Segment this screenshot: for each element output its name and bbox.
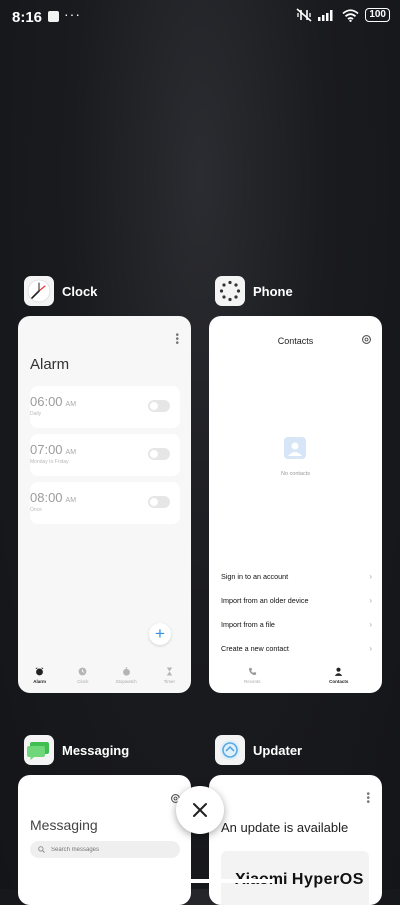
tab-recents[interactable]: Recents (232, 663, 272, 693)
app-header-messaging[interactable]: Messaging (24, 735, 129, 765)
menu-import-file[interactable]: Import from a file › (221, 620, 372, 634)
empty-contacts-icon (284, 437, 306, 459)
battery-indicator: 100 (365, 8, 390, 22)
phone-app-icon (215, 276, 245, 306)
clock-app-card[interactable]: • • • Alarm 06:00 AM Daily 07:00 AM Monday t… (18, 316, 191, 693)
app-name-messaging: Messaging (62, 742, 130, 758)
clock-tab-bar: Alarm Clock Stopwatch Timer (18, 663, 191, 693)
menu-sign-in-account[interactable]: Sign in to an account › (221, 572, 372, 586)
tab-label: Contacts (329, 679, 349, 684)
person-icon (334, 667, 343, 676)
tab-label: Timer (163, 679, 176, 684)
more-notifications-icon: ··· (64, 6, 81, 22)
signal-icon (318, 10, 333, 21)
alarm-screen-title: Alarm (30, 356, 70, 373)
app-name-phone: Phone (253, 283, 293, 299)
messaging-app-card[interactable]: Messaging (18, 775, 191, 905)
app-name-updater: Updater (253, 742, 303, 758)
more-options-icon[interactable]: • • • (175, 331, 179, 349)
app-header-clock[interactable]: Clock (24, 276, 97, 306)
alarm-ampm: AM (65, 449, 77, 456)
wifi-icon (342, 8, 359, 22)
search-input[interactable] (49, 845, 173, 854)
tab-stopwatch[interactable]: Stopwatch (106, 663, 146, 693)
clock-icon (79, 667, 87, 676)
status-icons: 100 (296, 8, 390, 22)
alarm-toggle[interactable] (148, 496, 170, 508)
more-options-icon[interactable]: • • • (366, 790, 370, 808)
brand-os: HyperOS (291, 871, 364, 888)
tab-contacts[interactable]: Contacts (319, 663, 359, 693)
alarm-time: 08:00 (30, 490, 63, 505)
alarm-time: 07:00 (30, 442, 63, 457)
home-indicator[interactable] (126, 879, 274, 883)
notification-icon (48, 11, 59, 22)
alarm-toggle[interactable] (148, 400, 170, 412)
close-icon (193, 803, 207, 817)
menu-item-label: Create a new contact (221, 644, 289, 653)
clock-app-icon (24, 276, 54, 306)
tab-timer[interactable]: Timer (149, 663, 189, 693)
contacts-title: Contacts (277, 336, 314, 346)
update-available-title: An update is available (221, 820, 349, 835)
vibrate-off-icon (296, 8, 312, 22)
menu-create-contact[interactable]: Create a new contact › (221, 644, 372, 658)
alarm-item[interactable]: 06:00 AM Daily (30, 386, 180, 428)
menu-item-label: Import from a file (221, 620, 275, 629)
alarm-item[interactable]: 07:00 AM Monday to Friday (30, 434, 180, 476)
phone-tab-bar: Recents Contacts (209, 663, 382, 693)
chevron-right-icon: › (369, 620, 372, 629)
alarm-toggle[interactable] (148, 448, 170, 460)
empty-contacts-text: No contacts (280, 471, 311, 477)
status-bar: 8:16 ··· 100 (0, 0, 400, 36)
timer-icon (166, 667, 173, 676)
tab-label: Stopwatch (115, 679, 137, 684)
alarm-ampm: AM (65, 497, 77, 504)
settings-gear-icon[interactable] (361, 334, 372, 345)
messaging-screen-title: Messaging (30, 817, 98, 833)
alarm-repeat: Daily (30, 411, 42, 417)
phone-app-card[interactable]: Contacts No contacts Sign in to an accou… (209, 316, 382, 693)
updater-app-icon (215, 735, 245, 765)
alarm-repeat: Monday to Friday (30, 459, 69, 465)
alarm-time: 06:00 (30, 394, 63, 409)
search-bar[interactable] (30, 841, 180, 858)
app-header-updater[interactable]: Updater (215, 735, 302, 765)
alarm-repeat: Once (30, 507, 42, 513)
alarm-item[interactable]: 08:00 AM Once (30, 482, 180, 524)
chevron-right-icon: › (369, 644, 372, 653)
status-time: 8:16 (12, 9, 43, 26)
phone-icon (248, 667, 256, 676)
menu-item-label: Sign in to an account (221, 572, 289, 581)
app-header-phone[interactable]: Phone (215, 276, 293, 306)
clear-all-button[interactable] (176, 786, 224, 834)
tab-label: Clock (77, 679, 89, 684)
menu-item-label: Import from an older device (221, 596, 309, 605)
messaging-app-icon (24, 735, 54, 765)
updater-app-card[interactable]: ••• An update is available Xiaomi HyperO… (209, 775, 382, 905)
chevron-right-icon: › (369, 596, 372, 605)
menu-import-older-device[interactable]: Import from an older device › (221, 596, 372, 610)
search-icon (38, 846, 45, 853)
alarm-ampm: AM (65, 401, 77, 408)
tab-label: Alarm (33, 679, 46, 684)
app-name-clock: Clock (62, 283, 98, 299)
tab-label: Recents (243, 679, 261, 684)
tab-clock[interactable]: Clock (63, 663, 103, 693)
add-alarm-button[interactable]: + (149, 623, 171, 645)
tab-alarm[interactable]: Alarm (20, 663, 60, 693)
chevron-right-icon: › (369, 572, 372, 581)
stopwatch-icon (122, 667, 130, 676)
alarm-icon (35, 667, 44, 676)
